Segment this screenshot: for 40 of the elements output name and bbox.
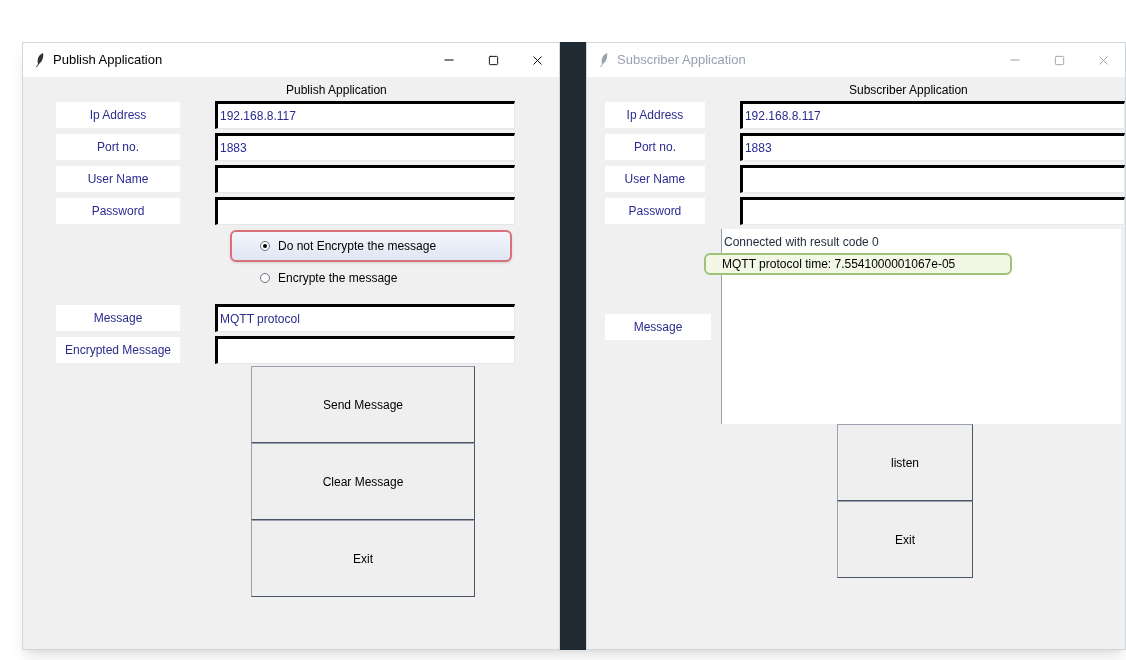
feather-icon — [599, 52, 609, 68]
field-label: Ip Address — [605, 102, 705, 128]
field-label: Port no. — [56, 134, 180, 160]
radio-button[interactable] — [260, 273, 270, 283]
log-line: Connected with result code 0 — [723, 234, 880, 251]
action-button[interactable]: Exit — [251, 520, 475, 597]
feather-icon — [35, 52, 45, 68]
text-field[interactable]: 1883 — [739, 133, 1125, 161]
text-field[interactable] — [215, 165, 515, 193]
field-label: Encrypted Message — [56, 337, 180, 363]
field-label: Password — [56, 198, 180, 224]
radio-option[interactable]: Do not Encrypte the message — [230, 230, 512, 262]
text-field[interactable] — [739, 197, 1125, 225]
text-field[interactable] — [215, 197, 515, 225]
text-field[interactable]: MQTT protocol — [215, 304, 515, 332]
radio-option[interactable]: Encrypte the message — [230, 262, 512, 294]
field-label: User Name — [56, 166, 180, 192]
field-label: Port no. — [605, 134, 705, 160]
action-button[interactable]: Clear Message — [251, 443, 475, 520]
maximize-icon — [1053, 54, 1065, 66]
text-field[interactable]: 192.168.8.117 — [215, 101, 515, 129]
field-label: User Name — [605, 166, 705, 192]
radio-button[interactable] — [260, 241, 270, 251]
text-field[interactable]: 192.168.8.117 — [739, 101, 1125, 129]
field-label: Message — [605, 313, 711, 340]
field-label: Ip Address — [56, 102, 180, 128]
app-heading: Publish Application — [286, 82, 388, 99]
action-button[interactable]: Exit — [837, 501, 973, 578]
field-label: Message — [56, 305, 180, 331]
log-line: MQTT protocol time: 7.5541000001067e-05 — [704, 253, 1012, 275]
window-title: Publish Application — [53, 51, 163, 70]
action-button[interactable]: listen — [837, 424, 973, 501]
action-button[interactable]: Send Message — [251, 366, 475, 443]
maximize-icon — [487, 54, 499, 66]
field-label: Password — [605, 198, 705, 224]
text-field[interactable] — [739, 165, 1125, 193]
text-field[interactable] — [215, 336, 515, 364]
app-heading: Subscriber Application — [849, 82, 969, 99]
text-field[interactable]: 1883 — [215, 133, 515, 161]
window-title: Subscriber Application — [617, 51, 746, 70]
